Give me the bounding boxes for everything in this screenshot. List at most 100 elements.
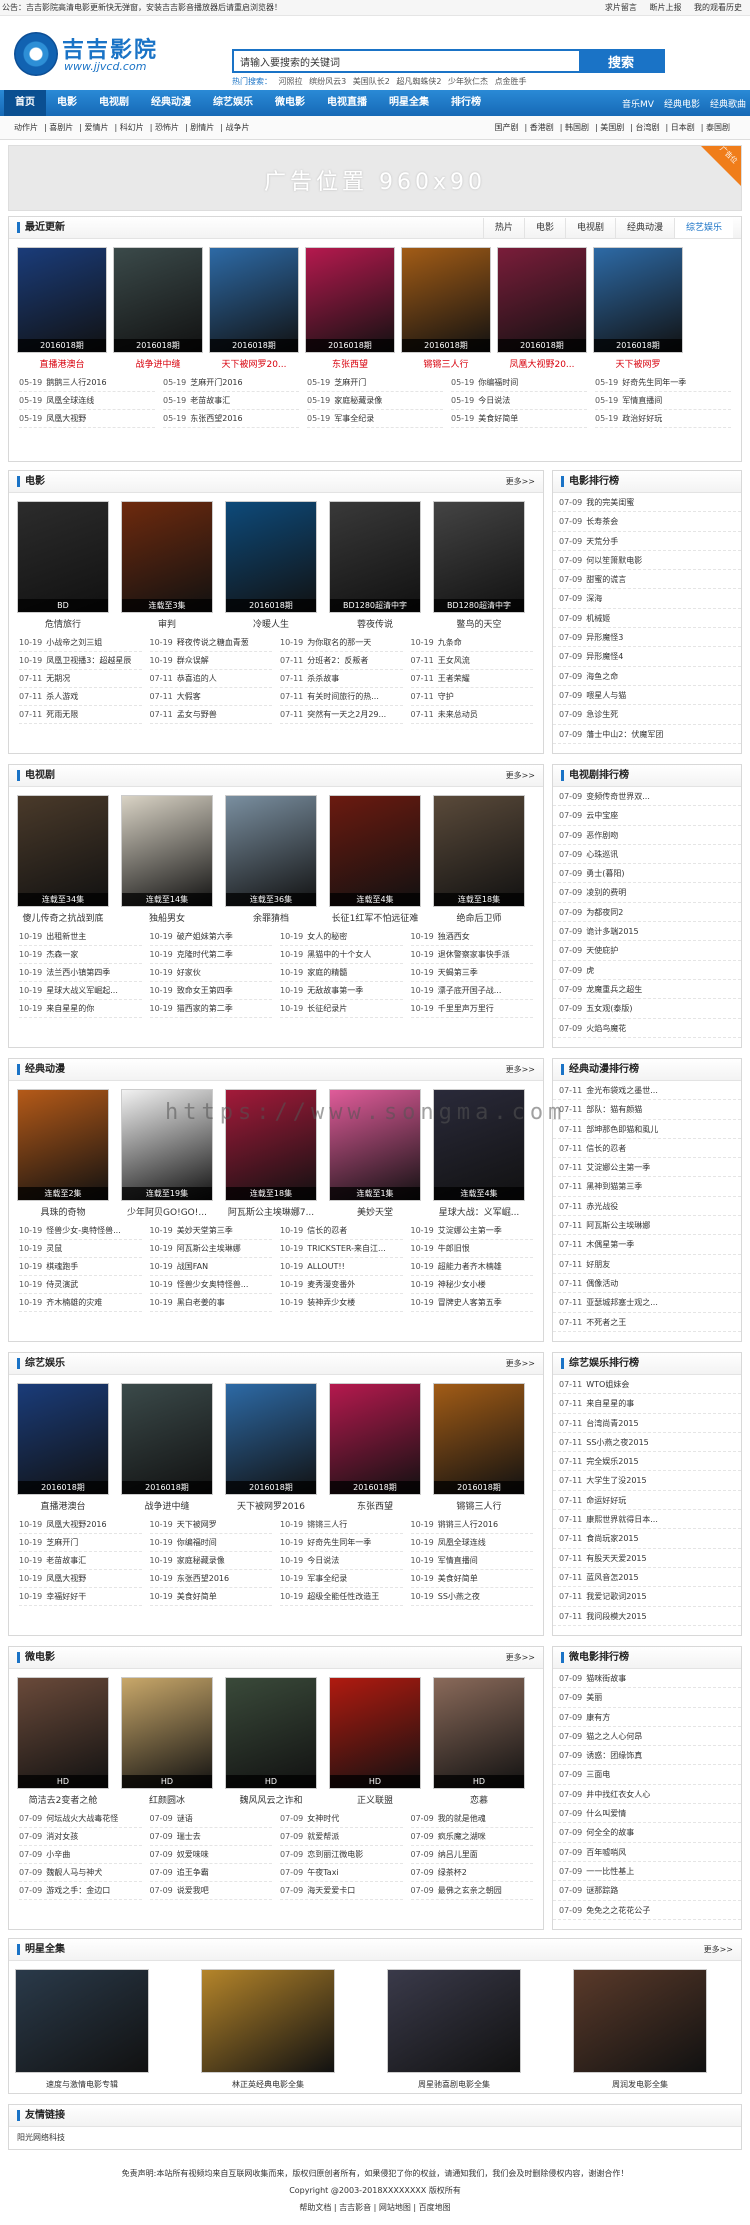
poster-image[interactable]: BD — [17, 501, 109, 613]
item-title[interactable]: 天荒分手 — [586, 537, 618, 546]
item-title[interactable]: 艾淀娜公主第一季 — [586, 1163, 650, 1172]
item-title[interactable]: SS小燕之夜 — [438, 1592, 480, 1601]
list-item[interactable]: 07-09 疯乐魔之湖咪 — [410, 1828, 533, 1846]
poster-image[interactable]: HD — [17, 1677, 109, 1789]
item-title[interactable]: 老苗故事汇 — [46, 1556, 86, 1565]
rank-item[interactable]: 07-11 康熙世界就得日本... — [553, 1510, 741, 1530]
item-title[interactable]: 三面电 — [586, 1770, 610, 1779]
region-link[interactable]: 国产剧 — [495, 123, 519, 132]
poster-image[interactable]: 2016018期 — [593, 247, 683, 353]
item-title[interactable]: 克隆时代第二季 — [177, 950, 233, 959]
list-item[interactable]: 10-19 阿瓦斯公主埃琳娜 — [149, 1240, 272, 1258]
item-title[interactable]: 美丽 — [586, 1693, 602, 1702]
item-title[interactable]: 退休警察家事快手派 — [438, 950, 510, 959]
rank-item[interactable]: 07-09 免免之之花花公子 — [553, 1901, 741, 1920]
report-broken-link[interactable]: 断片上报 — [649, 3, 681, 12]
list-item[interactable]: 10-19 星球大战义军崛起... — [19, 982, 142, 1000]
poster-image[interactable]: 连载至2集 — [17, 1089, 109, 1201]
item-title[interactable]: 甜蜜的谎言 — [586, 575, 626, 584]
item-title[interactable]: 牛郎旧恨 — [438, 1244, 470, 1253]
list-item[interactable]: 10-19 怪兽少女-奥特怪兽... — [19, 1222, 142, 1240]
item-title[interactable]: 家庭秘藏录像 — [334, 396, 382, 405]
nav-micro-movie[interactable]: 微电影 — [264, 90, 316, 116]
poster-title[interactable]: 简洁去2变者之舱 — [17, 1793, 109, 1806]
star-collection[interactable]: 周星驰喜剧电影全集 — [387, 1969, 521, 2090]
item-title[interactable]: 战国FAN — [177, 1262, 208, 1271]
poster-title[interactable]: 少年阿贝GO!GO!... — [121, 1205, 213, 1218]
nav-home[interactable]: 首页 — [4, 90, 46, 116]
poster-card[interactable]: 2016018期 直播港澳台 — [17, 247, 107, 370]
nav-variety[interactable]: 综艺娱乐 — [202, 90, 264, 116]
item-title[interactable]: 军事全纪录 — [307, 1574, 347, 1583]
list-item[interactable]: 10-19 今日说法 — [280, 1552, 403, 1570]
item-title[interactable]: 凤凰大视野 — [46, 414, 86, 423]
item-title[interactable]: 侍灵演武 — [46, 1280, 78, 1289]
poster-card[interactable]: HD 魏风风云之诈和 — [225, 1677, 317, 1806]
item-title[interactable]: 我爱记歌词2015 — [586, 1592, 646, 1601]
poster-title[interactable]: 天下被网罗 — [593, 357, 683, 370]
item-title[interactable]: 军情直播间 — [438, 1556, 478, 1565]
list-item[interactable]: 10-19 凤凰大视野2016 — [19, 1516, 142, 1534]
list-item[interactable]: 05-19 美食好简单 — [451, 410, 587, 428]
tab-tv[interactable]: 电视剧 — [564, 217, 615, 238]
list-item[interactable]: 07-11 突然有一天之2月29... — [280, 706, 403, 724]
item-title[interactable]: 政治好好玩 — [622, 414, 662, 423]
rank-item[interactable]: 07-11 命运好好玩 — [553, 1491, 741, 1511]
poster-card[interactable]: BD1280超清中字 鳖鸟的天空 — [433, 501, 525, 630]
list-item[interactable]: 07-11 大假客 — [149, 688, 272, 706]
rank-item[interactable]: 07-11 阿瓦斯公主埃琳娜 — [553, 1216, 741, 1236]
poster-image[interactable]: 2016018期 — [401, 247, 491, 353]
footer-link[interactable]: 百度地图 — [419, 2203, 451, 2212]
item-title[interactable]: 魏靓人马与神犬 — [46, 1868, 102, 1877]
poster-title[interactable]: 美妙天堂 — [329, 1205, 421, 1218]
nav-classic-movie[interactable]: 经典电影 — [664, 97, 700, 110]
poster-title[interactable]: 星球大战：义军崛... — [433, 1205, 525, 1218]
list-item[interactable]: 10-19 灵鼠 — [19, 1240, 142, 1258]
item-title[interactable]: 致命女王第四季 — [177, 986, 233, 995]
item-title[interactable]: 阿瓦斯公主埃琳娜 — [177, 1244, 241, 1253]
list-item[interactable]: 10-19 怪兽少女奥特怪兽... — [149, 1276, 272, 1294]
rank-item[interactable]: 07-09 甜蜜的谎言 — [553, 570, 741, 590]
item-title[interactable]: 五女观(泰版) — [586, 1004, 632, 1013]
poster-title[interactable]: 具珠的奇物 — [17, 1205, 109, 1218]
item-title[interactable]: 麦秀漫变番外 — [307, 1280, 355, 1289]
list-item[interactable]: 10-19 天下被网罗 — [149, 1516, 272, 1534]
rank-item[interactable]: 07-11 金光布袋戏之墨世... — [553, 1081, 741, 1101]
poster-image[interactable]: 2016018期 — [113, 247, 203, 353]
hot-term[interactable]: 超凡蜘蛛侠2 — [396, 77, 441, 86]
item-title[interactable]: 星球大战义军崛起... — [46, 986, 118, 995]
poster-card[interactable]: 连载至4集 长征1红军不怕远征难 — [329, 795, 421, 924]
genre-link[interactable]: 爱情片 — [85, 123, 109, 132]
item-title[interactable]: 绿茶杯2 — [438, 1868, 467, 1877]
rank-item[interactable]: 07-09 一一比性基上 — [553, 1862, 741, 1882]
item-title[interactable]: 就爱帮派 — [307, 1832, 339, 1841]
list-item[interactable]: 10-19 好奇先生同年一季 — [280, 1534, 403, 1552]
poster-title[interactable]: 冷暖人生 — [225, 617, 317, 630]
list-item[interactable]: 10-19 你编福时间 — [149, 1534, 272, 1552]
nav-movie[interactable]: 电影 — [46, 90, 88, 116]
item-title[interactable]: 心珠巡讯 — [586, 850, 618, 859]
item-title[interactable]: 军情直播间 — [622, 396, 662, 405]
list-item[interactable]: 07-11 杀人游戏 — [19, 688, 142, 706]
poster-image[interactable]: 连载至14集 — [121, 795, 213, 907]
item-title[interactable]: 好奇先生同年一季 — [622, 378, 686, 387]
poster-image[interactable]: BD1280超清中字 — [433, 501, 525, 613]
rank-item[interactable]: 07-11 黑神到猫第三季 — [553, 1177, 741, 1197]
item-title[interactable]: 芝麻开门2016 — [190, 378, 242, 387]
poster-card[interactable]: 2016018期 天下被网罗2016 — [225, 1383, 317, 1512]
poster-image[interactable]: 2016018期 — [305, 247, 395, 353]
rank-item[interactable]: 07-09 猫之之人心何昂 — [553, 1727, 741, 1747]
item-title[interactable]: 勇士(暮阳) — [586, 869, 624, 878]
item-title[interactable]: 出租新世主 — [46, 932, 86, 941]
item-title[interactable]: 凤凰卫视播3：超越星辰 — [46, 656, 131, 665]
item-title[interactable]: 杀人游戏 — [46, 692, 78, 701]
rank-item[interactable]: 07-11 木偶星第一季 — [553, 1235, 741, 1255]
item-title[interactable]: 法兰西小镇第四季 — [46, 968, 110, 977]
item-title[interactable]: 分班者2：反叛者 — [307, 656, 368, 665]
ad-banner[interactable]: 广告位置 960x90 广告位 — [8, 145, 742, 211]
item-title[interactable]: 阿瓦斯公主埃琳娜 — [586, 1221, 650, 1230]
list-item[interactable]: 05-19 鹅鹅三人行2016 — [19, 374, 155, 392]
item-title[interactable]: 命运好好玩 — [586, 1496, 626, 1505]
list-item[interactable]: 07-11 恭喜追的人 — [149, 670, 272, 688]
poster-image[interactable]: HD — [121, 1677, 213, 1789]
